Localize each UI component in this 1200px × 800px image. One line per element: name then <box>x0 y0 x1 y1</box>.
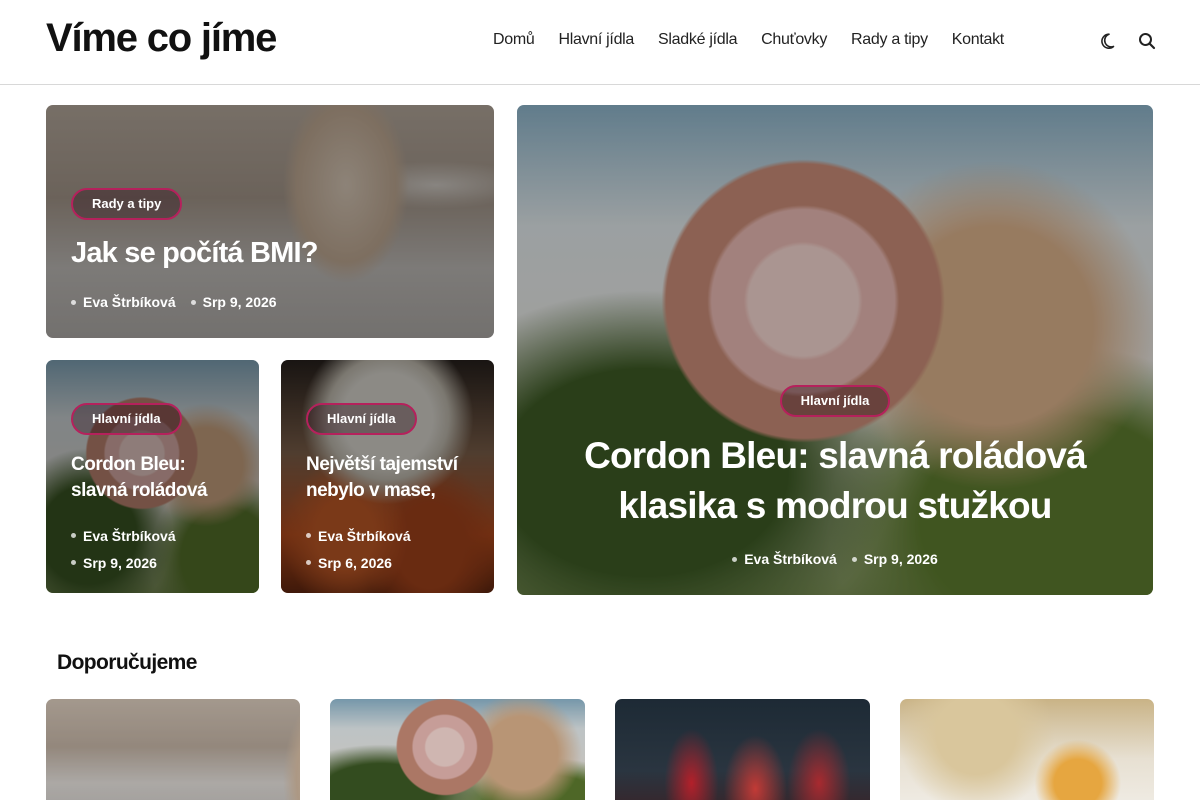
featured-card-cordon-big[interactable]: Hlavní jídla Cordon Bleu: slavná roládov… <box>517 105 1153 595</box>
main-nav: Domů Hlavní jídla Sladké jídla Chuťovky … <box>493 31 1028 49</box>
card-title[interactable]: Největší tajemství nebylo v mase, <box>306 452 458 504</box>
card-title[interactable]: Cordon Bleu: slavná roládová <box>71 452 208 504</box>
card-meta: Eva Štrbíková Srp 9, 2026 <box>71 294 292 310</box>
card-image <box>615 699 870 800</box>
category-badge[interactable]: Hlavní jídla <box>779 385 891 417</box>
card-meta: Eva Štrbíková Srp 9, 2026 <box>71 522 191 576</box>
category-badge[interactable]: Hlavní jídla <box>71 403 182 435</box>
nav-item-contact[interactable]: Kontakt <box>952 31 1004 49</box>
date: Srp 6, 2026 <box>318 554 392 571</box>
nav-item-sweet-dishes[interactable]: Sladké jídla <box>658 31 737 49</box>
author[interactable]: Eva Štrbíková <box>744 551 837 567</box>
moon-icon[interactable] <box>1100 31 1120 51</box>
featured-card-secret[interactable]: Hlavní jídla Největší tajemství nebylo v… <box>281 360 494 593</box>
nav-item-tips[interactable]: Rady a tipy <box>851 31 928 49</box>
search-icon[interactable] <box>1137 31 1157 51</box>
featured-card-cordon-small[interactable]: Hlavní jídla Cordon Bleu: slavná roládov… <box>46 360 259 593</box>
date: Srp 9, 2026 <box>863 551 938 567</box>
site-header: Víme co jíme Domů Hlavní jídla Sladké jí… <box>0 0 1200 85</box>
author[interactable]: Eva Štrbíková <box>83 528 176 544</box>
card-meta: Eva Štrbíková Srp 6, 2026 <box>306 522 426 576</box>
category-badge[interactable]: Rady a tipy <box>71 188 183 220</box>
date: Srp 9, 2026 <box>202 294 277 310</box>
featured-card-bmi[interactable]: Rady a tipy Jak se počítá BMI? Eva Štrbí… <box>46 105 494 338</box>
card-image <box>900 699 1154 800</box>
card-title[interactable]: Jak se počítá BMI? <box>71 237 318 270</box>
nav-item-snacks[interactable]: Chuťovky <box>761 31 827 49</box>
author[interactable]: Eva Štrbíková <box>83 294 176 310</box>
recommended-card-3[interactable] <box>615 699 870 800</box>
nav-item-main-dishes[interactable]: Hlavní jídla <box>558 31 634 49</box>
recommended-card-4[interactable] <box>900 699 1154 800</box>
recommended-card-2[interactable] <box>330 699 585 800</box>
card-title[interactable]: Cordon Bleu: slavná roládová klasika s m… <box>517 431 1153 531</box>
site-logo[interactable]: Víme co jíme <box>46 16 277 61</box>
recommended-heading: Doporučujeme <box>57 651 197 674</box>
recommended-card-1[interactable] <box>46 699 300 800</box>
nav-item-home[interactable]: Domů <box>493 31 535 49</box>
card-meta: Eva Štrbíková Srp 9, 2026 <box>517 551 1153 567</box>
date: Srp 9, 2026 <box>83 554 157 571</box>
author[interactable]: Eva Štrbíková <box>318 528 411 544</box>
category-badge[interactable]: Hlavní jídla <box>306 403 417 435</box>
